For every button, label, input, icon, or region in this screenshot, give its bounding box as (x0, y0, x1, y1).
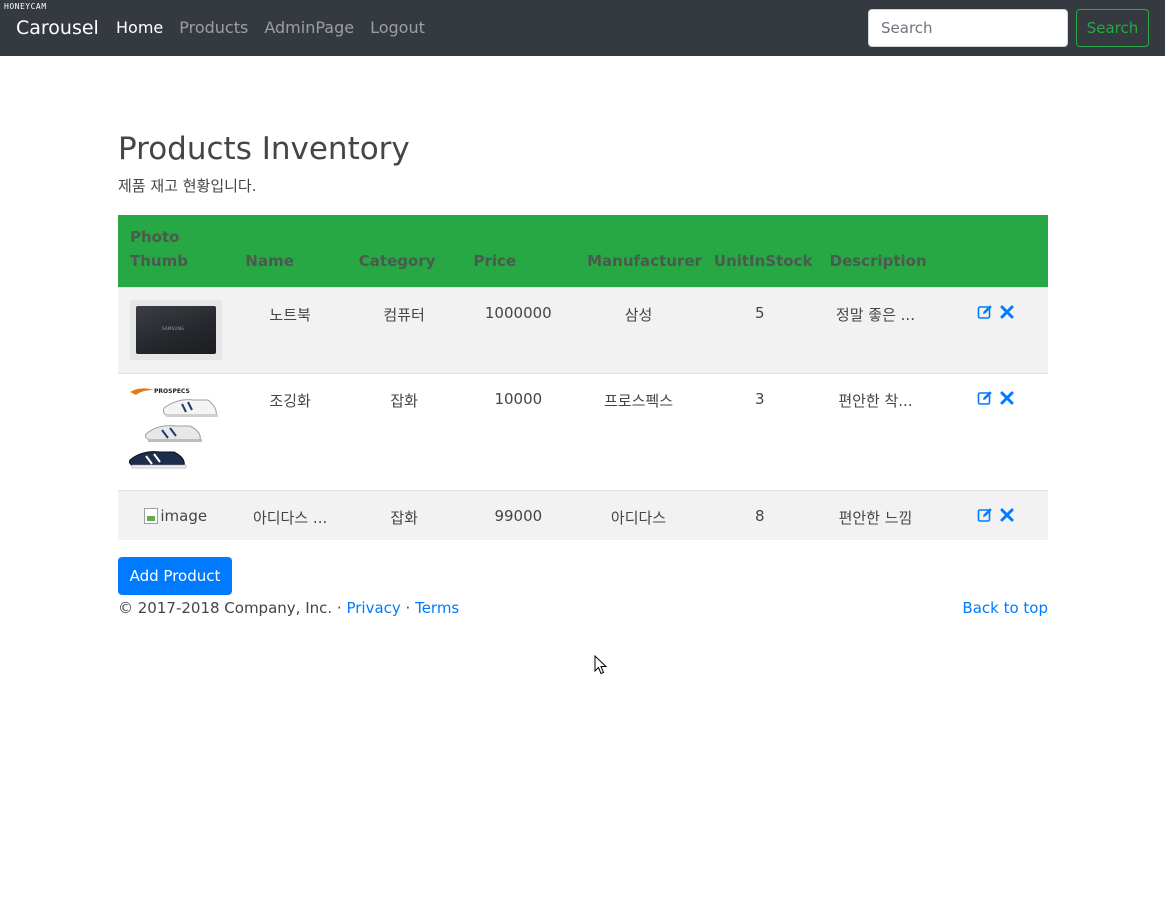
actions-cell (933, 489, 1048, 540)
search-input[interactable] (868, 9, 1068, 47)
nav-link-home[interactable]: Home (116, 17, 163, 39)
nav-link-adminpage[interactable]: AdminPage (264, 17, 354, 39)
name-cell: 조깅화 (233, 372, 347, 490)
header-category: Category (358, 251, 436, 270)
navbar-brand[interactable]: Carousel (16, 16, 99, 40)
terms-link[interactable]: Terms (415, 599, 459, 617)
svg-text:PROSPECS: PROSPECS (154, 388, 190, 395)
delete-icon[interactable] (999, 304, 1015, 320)
stock-cell: 8 (701, 489, 818, 540)
stock-cell: 3 (701, 372, 818, 490)
manufacturer-cell: 프로스펙스 (575, 372, 702, 490)
manufacturer-cell: 삼성 (575, 286, 702, 373)
table-row: SAMSUNG 노트북 컴퓨터 1000000 삼성 5 정말 좋은 ... (118, 286, 1048, 373)
header-photo-thumb: Photo Thumb (130, 227, 188, 270)
actions-cell (933, 286, 1048, 373)
page-title: Products Inventory (118, 131, 410, 167)
nav-link-products[interactable]: Products (179, 17, 248, 39)
broken-image-icon (144, 507, 159, 524)
header-price: Price (473, 251, 517, 270)
mouse-cursor-icon (594, 655, 608, 675)
delete-icon[interactable] (999, 507, 1015, 523)
description-cell: 편안한 느낌 (817, 489, 934, 540)
price-cell: 99000 (461, 489, 576, 540)
header-unitinstock: UnitInStock (713, 251, 813, 270)
shoes-photo: PROSPECS (129, 388, 218, 468)
copyright-text: © 2017-2018 Company, Inc. · (118, 599, 347, 617)
header-description: Description (829, 251, 927, 270)
price-cell: 10000 (461, 372, 576, 490)
nav-link-logout[interactable]: Logout (370, 17, 425, 39)
actions-cell (933, 372, 1048, 490)
photo-cell: SAMSUNG (118, 286, 234, 373)
header-actions (933, 215, 1048, 287)
header-manufacturer: Manufacturer (587, 251, 702, 270)
header-name: Name (245, 251, 294, 270)
manufacturer-cell: 아디다스 (575, 489, 702, 540)
name-cell: 아디다스 ... (233, 489, 347, 540)
laptop-photo: SAMSUNG (130, 299, 222, 360)
delete-icon[interactable] (999, 390, 1015, 406)
broken-image: image (144, 507, 207, 525)
category-cell: 잡화 (346, 489, 462, 540)
edit-icon[interactable] (977, 304, 993, 320)
back-to-top-link[interactable]: Back to top (962, 598, 1048, 618)
stock-cell: 5 (701, 286, 818, 373)
footer-separator: · (400, 599, 416, 617)
photo-cell: image (118, 489, 234, 540)
search-button[interactable]: Search (1076, 9, 1149, 47)
products-table: Photo Thumb Name Category Price Manufact… (118, 215, 1048, 540)
add-product-button[interactable]: Add Product (118, 557, 232, 595)
edit-icon[interactable] (977, 507, 993, 523)
category-cell: 컴퓨터 (346, 286, 462, 373)
name-cell: 노트북 (233, 286, 347, 373)
description-cell: 정말 좋은 ... (817, 286, 934, 373)
table-row: image 아디다스 ... 잡화 99000 아디다스 8 편안한 느낌 (118, 489, 1048, 540)
photo-cell: PROSPECS (118, 372, 234, 490)
category-cell: 잡화 (346, 372, 462, 490)
description-cell: 편안한 착... (817, 372, 934, 490)
table-header-row: Photo Thumb Name Category Price Manufact… (118, 215, 1048, 287)
page-subtitle: 제품 재고 현황입니다. (118, 177, 257, 195)
table-row: PROSPECS 조깅화 잡화 10000 프로스펙스 3 편안한 착... (118, 372, 1048, 490)
watermark-label: HONEYCAM (4, 2, 47, 11)
footer: © 2017-2018 Company, Inc. · Privacy · Te… (118, 598, 1048, 618)
top-navbar: Carousel Home Products AdminPage Logout … (0, 0, 1165, 56)
nav-links: Home Products AdminPage Logout (116, 17, 441, 39)
privacy-link[interactable]: Privacy (346, 599, 400, 617)
image-alt-text: image (160, 506, 208, 525)
edit-icon[interactable] (977, 390, 993, 406)
price-cell: 1000000 (461, 286, 576, 373)
